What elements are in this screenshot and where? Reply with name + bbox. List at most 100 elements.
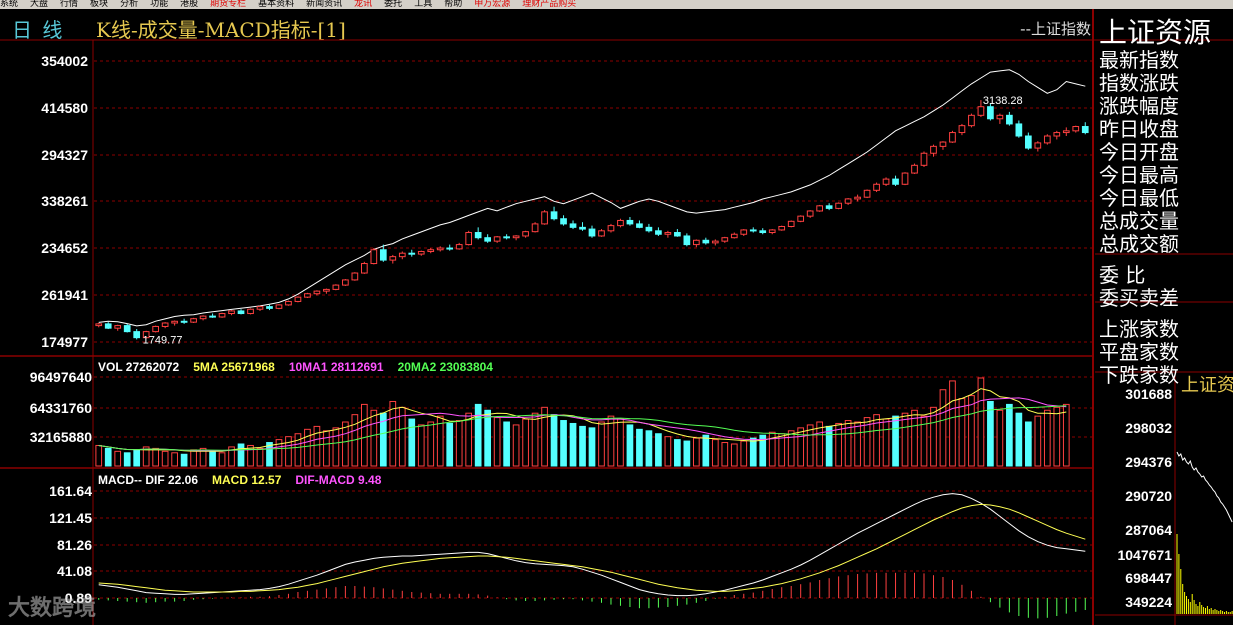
candle-body [920,152,928,166]
volume-bar [550,414,558,467]
candlestick [332,284,340,291]
quote-panel-title: 上证资源 [1099,16,1212,49]
candle-body [787,220,795,227]
candle-body [465,232,473,246]
volume-bar [711,439,719,467]
quote-field-7: 总成交量 [1099,209,1179,233]
candle-body [332,284,340,290]
volume-bar [522,418,529,467]
volume-legend-item: 20MA2 23083804 [398,360,494,374]
price-tick-label: 294327 [41,147,88,163]
candlestick [218,312,226,318]
candle-body [1043,135,1051,144]
candle-body [370,249,378,265]
volume-bar [655,433,662,467]
candlestick [408,249,416,257]
candle-body [398,252,406,258]
candlestick [873,182,880,193]
quote-field-8: 总成交额 [1099,232,1179,256]
candlestick [493,235,501,243]
volume-bar [190,449,197,467]
candle-body [930,145,937,154]
volume-bar [1053,406,1061,467]
volume-bar [958,398,966,467]
candle-body [294,296,302,302]
candlestick [901,172,909,186]
volume-bar [721,442,729,467]
volume-bar [209,450,216,467]
candle-body [911,164,918,174]
candlestick [579,222,586,231]
candle-body [854,196,861,200]
volume-bar [512,424,520,467]
candle-body [721,237,729,242]
candle-body [816,205,824,212]
candlestick [512,235,520,241]
volume-legend-item: VOL 27262072 [98,360,180,374]
volume-bar [797,427,805,467]
candle-body [503,236,510,239]
candle-body [209,315,216,318]
high-annotation: 3138.28 [983,95,1023,107]
candlestick [1053,130,1061,140]
volume-bar [626,424,634,467]
price-tick-label: 338261 [41,193,88,209]
volume-bar [692,437,700,467]
candlestick [237,309,245,315]
candle-body [655,230,662,235]
candlestick [266,304,273,311]
volume-bar [294,433,302,467]
macd-tick-label: 161.64 [49,483,92,499]
candlestick [721,236,729,243]
candle-body [702,239,710,244]
volume-bar [474,403,482,467]
volume-bar [664,436,672,467]
candlestick [702,237,710,245]
volume-bar [674,439,681,467]
volume-tick-label: 96497640 [30,369,93,385]
candlestick [133,329,141,340]
candlestick [190,317,197,324]
candlestick [256,305,264,311]
quote-field-list: 最新指数 指数涨跌 涨跌幅度 昨日收盘 今日开盘 今日最高 今日最低 总成交量 总成交额委 比委… [1099,49,1179,387]
volume-bar [645,430,653,467]
candle-body [579,226,586,230]
candlestick [294,296,302,303]
candle-body [417,250,425,255]
candle-body [171,320,178,324]
candlestick [323,288,330,294]
candlestick [939,141,947,150]
candlestick [645,223,653,233]
volume-legend-item: 10MA1 28112691 [289,360,384,374]
candlestick [123,323,131,333]
volume-bar [882,418,890,467]
price-tick-label: 261941 [41,287,88,303]
candle-body [778,225,786,231]
mini-chart-title: 上证资 [1181,375,1233,396]
candle-body [389,256,397,261]
volume-bar [237,443,245,467]
candle-body [797,215,805,222]
candlestick [655,227,662,236]
volume-bar [1024,421,1032,467]
volume-bar [987,400,994,467]
candlestick [417,250,425,256]
candle-body [95,323,103,327]
candle-body [1062,130,1070,134]
quote-field-0: 最新指数 [1099,48,1179,72]
candlestick [911,163,918,174]
candle-body [152,325,160,333]
candlestick [892,175,899,186]
chart-area[interactable]: 354002 414580 294327 338261 234652 261941 1749… [0,0,1233,625]
candle-body [512,235,520,239]
candle-body [996,114,1004,120]
volume-bar [360,403,368,467]
volume-bar [133,449,141,467]
candlestick [958,123,966,136]
candle-body [228,310,235,315]
candle-body [531,223,539,233]
macd-legend-item: MACD-- DIF 22.06 [98,473,198,487]
candle-body [123,325,131,333]
candle-body [104,323,112,329]
candlestick [759,228,767,235]
